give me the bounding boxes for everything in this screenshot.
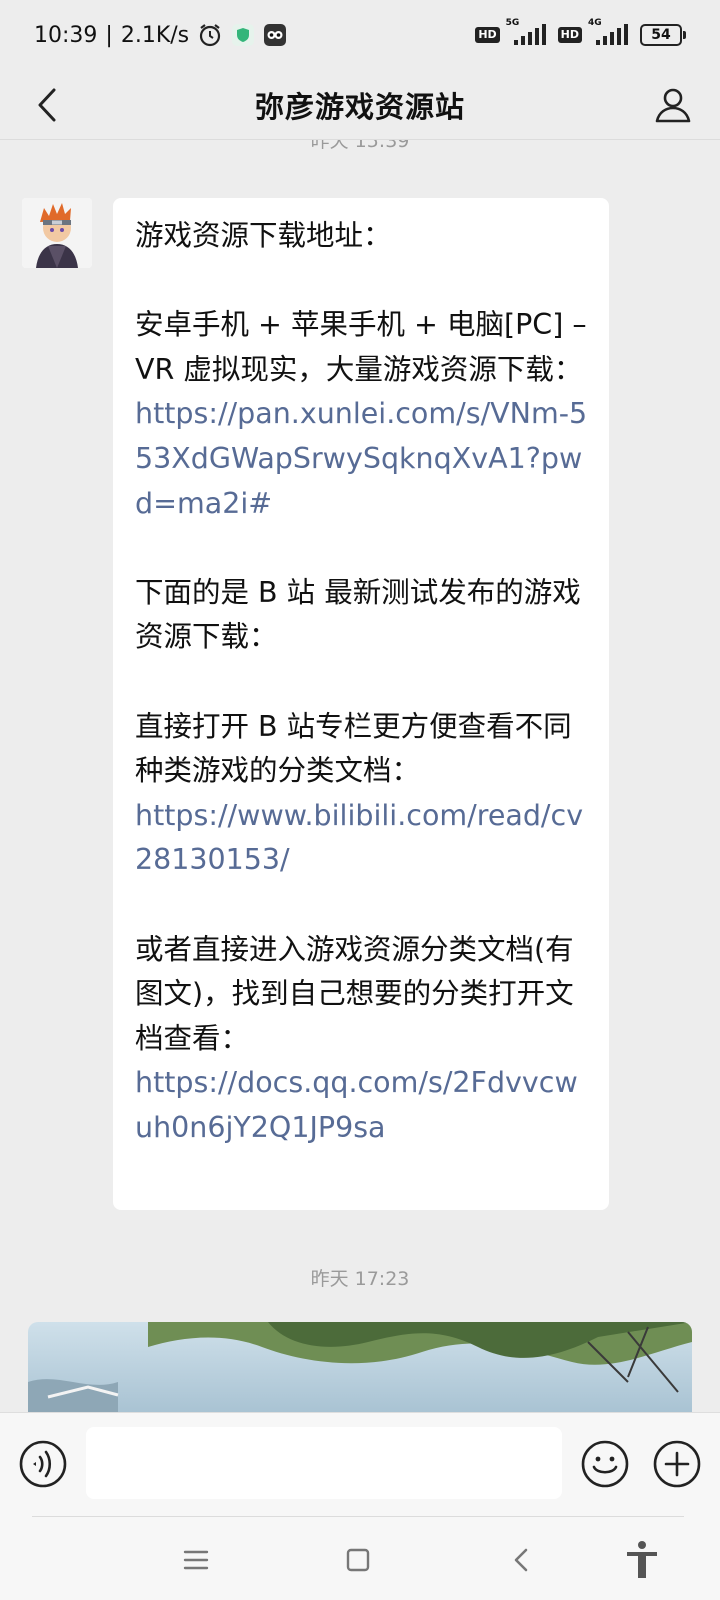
- home-button[interactable]: [334, 1536, 382, 1584]
- nav-back-button[interactable]: [498, 1536, 546, 1584]
- square-home-icon: [346, 1548, 370, 1572]
- accessibility-icon: [627, 1541, 657, 1578]
- back-triangle-icon: [514, 1548, 528, 1572]
- bilibili-link[interactable]: https://www.bilibili.com/read/cv28130153…: [135, 794, 589, 883]
- signal-5g: 5G: [506, 18, 550, 46]
- battery-tip: [683, 31, 686, 39]
- message-line: 安卓手机 + 苹果手机 + 电脑[PC] – VR 虚拟现实，大量游戏资源下载：: [135, 308, 587, 386]
- hd-badge-1: HD: [475, 27, 500, 43]
- accessibility-button[interactable]: [618, 1536, 666, 1584]
- image-message[interactable]: [28, 1322, 692, 1412]
- network-label-2: 4G: [588, 18, 602, 28]
- input-bar: [0, 1412, 720, 1516]
- person-icon: [655, 88, 691, 123]
- docs-link[interactable]: https://docs.qq.com/s/2Fdvvcwuh0n6jY2Q1J…: [135, 1061, 589, 1150]
- battery-level: 54: [640, 24, 682, 46]
- message-timestamp: 昨天 17:23: [310, 1268, 410, 1290]
- menu-icon: [183, 1550, 209, 1570]
- voice-button[interactable]: [18, 1439, 68, 1489]
- message-line: 游戏资源下载地址：: [135, 219, 392, 252]
- recents-button[interactable]: [172, 1536, 220, 1584]
- system-nav-bar: [0, 1516, 720, 1600]
- cartoon-app-icon: [263, 23, 287, 47]
- message-line: 或者直接进入游戏资源分类文档(有图文)，找到自己想要的分类打开文档查看：: [135, 932, 574, 1055]
- alarm-icon: [197, 22, 223, 48]
- network-label-1: 5G: [505, 18, 520, 28]
- status-speed: 2.1K/s: [120, 22, 190, 48]
- emoji-button[interactable]: [580, 1439, 630, 1489]
- plus-icon: [653, 1440, 701, 1488]
- download-link[interactable]: https://pan.xunlei.com/s/VNm-553XdGWapSr…: [135, 392, 589, 526]
- message-image: [28, 1322, 692, 1412]
- voice-icon: [19, 1440, 67, 1488]
- more-button[interactable]: [652, 1439, 702, 1489]
- smile-icon: [581, 1440, 629, 1488]
- status-time: 10:39: [34, 22, 98, 48]
- chat-info-button[interactable]: [648, 80, 698, 130]
- avatar[interactable]: [22, 198, 92, 268]
- chevron-left-icon: [38, 88, 56, 122]
- signal-4g: 4G: [588, 18, 632, 46]
- battery-icon: 54: [640, 24, 686, 46]
- avatar-image: [22, 198, 92, 268]
- message-line: 下面的是 B 站 最新测试发布的游戏资源下载：: [135, 575, 581, 654]
- hd-badge-2: HD: [557, 27, 582, 43]
- status-left: 10:39 | 2.1K/s: [34, 22, 287, 48]
- back-button[interactable]: [22, 80, 72, 130]
- status-right: HD 5G HD 4G 54: [475, 18, 686, 46]
- nav-divider: [32, 1516, 684, 1517]
- chat-header: 弥彦游戏资源站: [0, 70, 720, 140]
- message-line: 直接打开 B 站专栏更方便查看不同种类游戏的分类文档：: [135, 709, 572, 788]
- page-title: 弥彦游戏资源站: [254, 89, 465, 124]
- status-bar: 10:39 | 2.1K/s HD 5G HD 4G 54: [0, 0, 720, 70]
- status-separator: |: [105, 22, 113, 48]
- shield-app-icon: [231, 23, 255, 47]
- message-input[interactable]: [86, 1427, 562, 1499]
- message-bubble[interactable]: 游戏资源下载地址： 安卓手机 + 苹果手机 + 电脑[PC] – VR 虚拟现实…: [113, 198, 609, 1210]
